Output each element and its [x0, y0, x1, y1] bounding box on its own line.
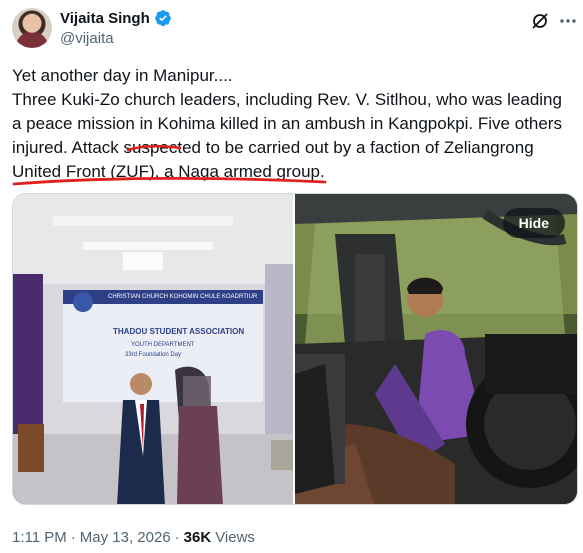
tweet-text-line1: Yet another day in Manipur.... [12, 66, 233, 85]
views-count: 36K [183, 529, 212, 546]
author-handle[interactable]: @vijaita [60, 30, 114, 47]
banner-sub3: 33rd Foundation Day [125, 352, 181, 358]
photo-right[interactable]: Hide [295, 194, 577, 504]
author-display-name[interactable]: Vijaita Singh [60, 10, 150, 27]
tweet-time[interactable]: 1:11 PM [12, 529, 67, 546]
verified-badge-icon[interactable] [154, 9, 172, 27]
media-grid: CHRISTIAN CHURCH KOHOMIN CHULE KOADRTIUR… [12, 193, 578, 505]
avatar[interactable] [12, 8, 52, 48]
author-name-row: Vijaita Singh [60, 9, 172, 27]
tweet-meta: 1:11 PM · May 13, 2026 · 36K Views [12, 529, 255, 546]
tweet-date[interactable]: May 13, 2026 [80, 529, 171, 546]
tweet-text-body: Three Kuki-Zo church leaders, including … [12, 90, 562, 181]
tweet-text: Yet another day in Manipur.... Three Kuk… [12, 64, 574, 184]
more-dots-icon[interactable] [558, 11, 578, 31]
meta-separator-2: · [174, 529, 180, 546]
banner-sub: THADOU STUDENT ASSOCIATION [113, 327, 244, 336]
photo-left[interactable]: CHRISTIAN CHURCH KOHOMIN CHULE KOADRTIUR… [13, 194, 293, 504]
meta-separator: · [70, 529, 76, 546]
banner-title: CHRISTIAN CHURCH KOHOMIN CHULE KOADRTIUR [108, 294, 258, 300]
views-label: Views [215, 529, 255, 546]
grok-slash-icon[interactable] [530, 11, 550, 31]
hide-media-button[interactable]: Hide [502, 208, 565, 238]
banner-sub2: YOUTH DEPARTMENT [131, 342, 195, 348]
